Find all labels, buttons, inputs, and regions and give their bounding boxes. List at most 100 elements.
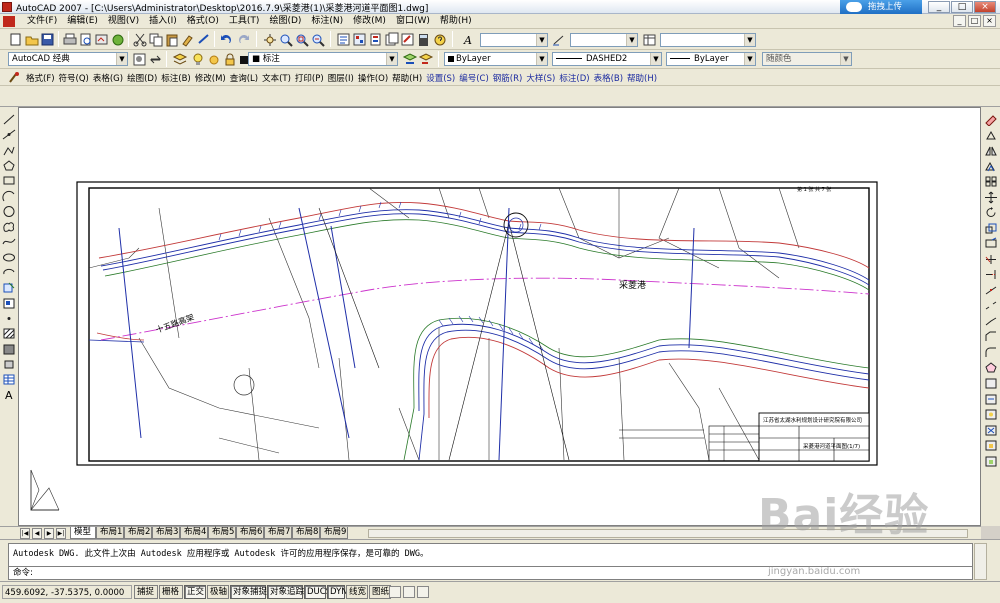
new-file-icon[interactable] (8, 32, 24, 47)
upload-button[interactable]: 拖拽上传 (840, 0, 922, 14)
undo-icon[interactable] (218, 32, 234, 47)
tab-layout-8[interactable]: 布局8 (292, 527, 320, 539)
drawing-canvas[interactable]: 十五路高架 采菱港 江苏省太湖水利规划设计研究院有限公司 采菱港河道平面图(1/… (18, 107, 981, 526)
menu-insert[interactable]: 插入(I) (144, 15, 182, 28)
layer-lock-icon[interactable] (984, 439, 998, 452)
status-toggle[interactable]: 栅格 (159, 585, 183, 599)
status-toggle[interactable]: DUCS (304, 585, 331, 599)
custom-menu-item[interactable]: 图层(I) (328, 72, 358, 85)
status-toggle[interactable]: 捕捉 (134, 585, 158, 599)
menu-format[interactable]: 格式(O) (182, 15, 224, 28)
table-style-dropdown[interactable]: ▼ (660, 33, 756, 47)
block-editor-icon[interactable] (196, 32, 212, 47)
coordinate-readout[interactable]: 459.6092, -37.5375, 0.0000 (2, 585, 132, 599)
menu-view[interactable]: 视图(V) (103, 15, 144, 28)
zoom-window-icon[interactable] (294, 32, 310, 47)
cut-icon[interactable] (132, 32, 148, 47)
make-block-icon[interactable] (2, 297, 16, 310)
plot-preview-icon[interactable] (78, 32, 94, 47)
status-toggle[interactable]: 极轴 (207, 585, 229, 599)
extend-icon[interactable] (984, 268, 998, 281)
stretch-icon[interactable] (984, 237, 998, 250)
menu-draw[interactable]: 绘图(D) (264, 15, 306, 28)
custom-menu-item[interactable]: 修改(M) (195, 72, 230, 85)
layer-freeze-icon[interactable] (984, 424, 998, 437)
layer-dropdown[interactable]: ■ 标注 ▼ (248, 52, 398, 66)
layer-off-icon[interactable] (984, 408, 998, 421)
custom-menu-item[interactable]: 格式(F) (26, 72, 59, 85)
status-toggle[interactable]: 对象捕捉 (230, 585, 267, 599)
layer-previous-icon[interactable] (418, 52, 434, 67)
text-style-dropdown[interactable]: ▼ (480, 33, 548, 47)
dim-style-icon[interactable] (551, 32, 567, 47)
custom-menu-item[interactable]: 钢筋(R) (493, 72, 527, 85)
chamfer-icon[interactable] (984, 330, 998, 343)
custom-menu-item[interactable]: 帮助(H) (392, 72, 426, 85)
zoom-realtime-icon[interactable] (278, 32, 294, 47)
sheet-set-icon[interactable] (384, 32, 400, 47)
clean-screen-icon[interactable] (417, 586, 429, 598)
custom-menu-item[interactable]: 标注(B) (161, 72, 194, 85)
construction-line-icon[interactable] (2, 128, 16, 141)
maximize-button[interactable]: □ (951, 1, 973, 13)
lock-toolbar-icon[interactable] (403, 586, 415, 598)
status-toggle[interactable]: 图纸 (369, 585, 391, 599)
print-icon[interactable] (62, 32, 78, 47)
tab-layout-9[interactable]: 布局9 (320, 527, 348, 539)
status-toggle[interactable]: 线宽 (346, 585, 368, 599)
rotate-icon[interactable] (984, 206, 998, 219)
layer-isolate-icon[interactable] (984, 393, 998, 406)
circle-icon[interactable] (2, 205, 16, 218)
ellipse-arc-icon[interactable] (2, 266, 16, 279)
menu-window[interactable]: 窗口(W) (391, 15, 435, 28)
custom-menu-item[interactable]: 绘图(D) (127, 72, 161, 85)
status-toggle[interactable]: 对象追踪 (267, 585, 304, 599)
fillet-icon[interactable] (984, 346, 998, 359)
point-icon[interactable] (2, 312, 16, 325)
layer-manager-icon[interactable] (172, 52, 188, 67)
line-icon[interactable] (2, 113, 16, 126)
tab-layout-5[interactable]: 布局5 (208, 527, 236, 539)
custom-menu-item[interactable]: 表格(B) (594, 72, 627, 85)
match-properties-icon[interactable] (180, 32, 196, 47)
close-button[interactable]: × (974, 1, 996, 13)
open-folder-icon[interactable] (24, 32, 40, 47)
erase-icon[interactable] (984, 113, 998, 126)
minimize-button[interactable]: _ (928, 1, 950, 13)
array-icon[interactable] (984, 175, 998, 188)
autocad-app-icon[interactable] (2, 2, 12, 12)
tab-layout-3[interactable]: 布局3 (152, 527, 180, 539)
polyline-icon[interactable] (2, 144, 16, 157)
custom-menu-item[interactable]: 设置(S) (426, 72, 459, 85)
status-toggle[interactable]: 正交 (184, 585, 206, 599)
hatch-icon[interactable] (2, 327, 16, 340)
doc-restore-button[interactable]: □ (968, 15, 981, 27)
region-icon[interactable] (2, 358, 16, 371)
move-icon[interactable] (984, 191, 998, 204)
rectangle-icon[interactable] (2, 174, 16, 187)
color-dropdown[interactable]: ByLayer ▼ (444, 52, 548, 66)
help-icon[interactable] (432, 32, 448, 47)
linetype-dropdown[interactable]: DASHED2 ▼ (552, 52, 662, 66)
custom-menu-item[interactable]: 查询(L) (230, 72, 262, 85)
polygon-icon[interactable] (2, 159, 16, 172)
freeze-sun-icon[interactable] (206, 52, 222, 67)
menu-modify[interactable]: 修改(M) (348, 15, 391, 28)
custom-menu-item[interactable]: 符号(Q) (59, 72, 93, 85)
save-icon[interactable] (40, 32, 56, 47)
status-toggle[interactable]: DYN (327, 585, 348, 599)
zoom-previous-icon[interactable] (310, 32, 326, 47)
lineweight-dropdown[interactable]: ByLayer ▼ (666, 52, 756, 66)
tab-layout-2[interactable]: 布局2 (124, 527, 152, 539)
revision-cloud-icon[interactable] (2, 220, 16, 233)
doc-close-button[interactable]: × (983, 15, 996, 27)
custom-menu-item[interactable]: 编号(C) (459, 72, 493, 85)
workspace-dropdown[interactable]: AutoCAD 经典 ▼ (8, 52, 128, 66)
plotstyle-dropdown[interactable]: 随颜色 ▼ (762, 52, 852, 66)
table-icon[interactable] (2, 373, 16, 386)
design-center-icon[interactable] (352, 32, 368, 47)
workspace-toggle-icon[interactable] (148, 52, 164, 67)
layer-unlock-icon[interactable] (984, 455, 998, 468)
document-icon[interactable] (3, 16, 15, 27)
layer-walk-icon[interactable] (984, 377, 998, 390)
